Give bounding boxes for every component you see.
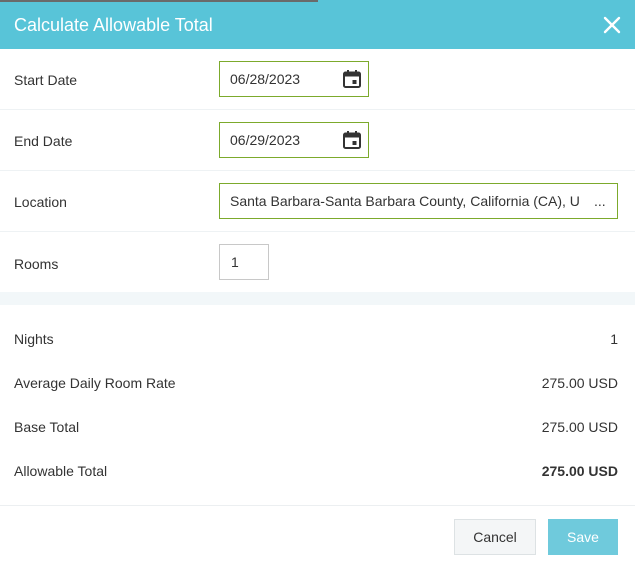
- location-overflow-ellipsis: ...: [594, 193, 606, 209]
- end-date-input[interactable]: 06/29/2023: [219, 122, 369, 158]
- allowable-total-row: Allowable Total 275.00 USD: [0, 463, 635, 483]
- rooms-value: 1: [231, 254, 239, 270]
- cancel-button[interactable]: Cancel: [454, 519, 536, 555]
- calendar-icon[interactable]: [342, 69, 362, 89]
- rooms-label: Rooms: [14, 256, 59, 272]
- location-value: Santa Barbara-Santa Barbara County, Cali…: [230, 193, 580, 209]
- location-input[interactable]: Santa Barbara-Santa Barbara County, Cali…: [219, 183, 618, 219]
- base-total-label: Base Total: [14, 419, 80, 435]
- save-button[interactable]: Save: [548, 519, 618, 555]
- base-total-value: 275.00 USD: [541, 419, 618, 435]
- end-date-row: End Date 06/29/2023: [0, 110, 635, 171]
- calendar-icon[interactable]: [342, 130, 362, 150]
- nights-label: Nights: [14, 331, 54, 347]
- start-date-value: 06/28/2023: [230, 71, 301, 87]
- nights-value: 1: [610, 331, 618, 347]
- nights-row: Nights 1: [0, 331, 635, 351]
- avg-rate-label: Average Daily Room Rate: [14, 375, 176, 391]
- location-label: Location: [14, 194, 67, 210]
- avg-rate-row: Average Daily Room Rate 275.00 USD: [0, 375, 635, 395]
- rooms-row: Rooms 1: [0, 232, 635, 292]
- dialog-header: Calculate Allowable Total: [0, 0, 635, 49]
- start-date-input[interactable]: 06/28/2023: [219, 61, 369, 97]
- location-row: Location Santa Barbara-Santa Barbara Cou…: [0, 171, 635, 232]
- rooms-input[interactable]: 1: [219, 244, 269, 280]
- base-total-row: Base Total 275.00 USD: [0, 419, 635, 439]
- end-date-label: End Date: [14, 133, 73, 149]
- footer-divider: [0, 505, 635, 506]
- close-icon[interactable]: [601, 14, 623, 36]
- end-date-value: 06/29/2023: [230, 132, 301, 148]
- section-divider: [0, 292, 635, 305]
- allowable-total-value: 275.00 USD: [541, 463, 618, 479]
- start-date-label: Start Date: [14, 72, 78, 88]
- dialog-title: Calculate Allowable Total: [14, 15, 213, 35]
- calculate-allowable-total-dialog: Calculate Allowable Total Start Date 06/…: [0, 0, 635, 566]
- start-date-row: Start Date 06/28/2023: [0, 49, 635, 110]
- header-top-line: [0, 0, 318, 2]
- avg-rate-value: 275.00 USD: [541, 375, 618, 391]
- allowable-total-label: Allowable Total: [14, 463, 108, 479]
